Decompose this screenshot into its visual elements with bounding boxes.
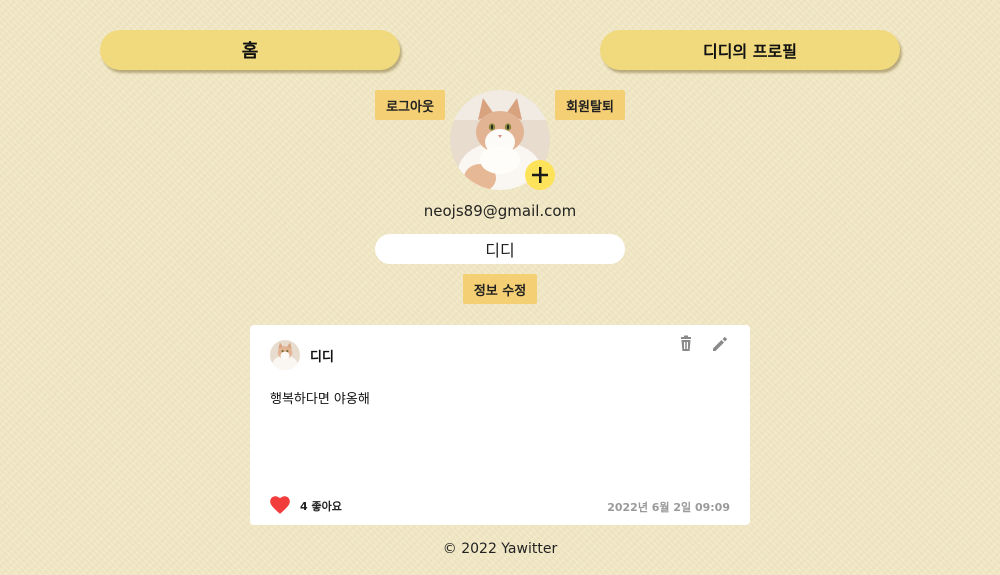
like-button[interactable] [270,496,290,514]
cat-photo-small [270,340,300,370]
post-text: 행복하다면 야옹해 [270,392,370,407]
display-name-input[interactable] [375,234,625,264]
edit-profile-label: 정보 수정 [473,283,527,299]
withdraw-label: 회원탈퇴 [566,99,614,115]
user-email: neojs89@gmail.com [423,202,577,220]
edit-profile-button[interactable]: 정보 수정 [463,274,537,304]
edit-post-button[interactable] [711,335,729,353]
logout-label: 로그아웃 [386,99,434,115]
add-photo-button[interactable] [525,160,555,190]
profile-nav-label: 디디의 프로필 [703,42,797,61]
trash-icon [681,335,691,351]
plus-icon [532,167,548,183]
like-count: 4 좋아요 [300,500,342,513]
post-card: 디디 행복하다면 야옹해 4 좋아요 2022년 6월 2일 09:09 [250,325,750,525]
footer-copyright: © 2022 Yawitter [442,541,558,557]
delete-post-button[interactable] [677,335,695,353]
heart-icon [270,496,290,514]
post-author: 디디 [310,350,334,365]
post-date: 2022년 6월 2일 09:09 [607,501,730,514]
home-nav-label: 홈 [241,41,259,62]
logout-button[interactable]: 로그아웃 [375,90,445,120]
pencil-icon [713,337,727,351]
profile-nav-button[interactable]: 디디의 프로필 [600,30,900,70]
home-nav-button[interactable]: 홈 [100,30,400,70]
withdraw-button[interactable]: 회원탈퇴 [555,90,625,120]
post-author-avatar [270,340,300,370]
